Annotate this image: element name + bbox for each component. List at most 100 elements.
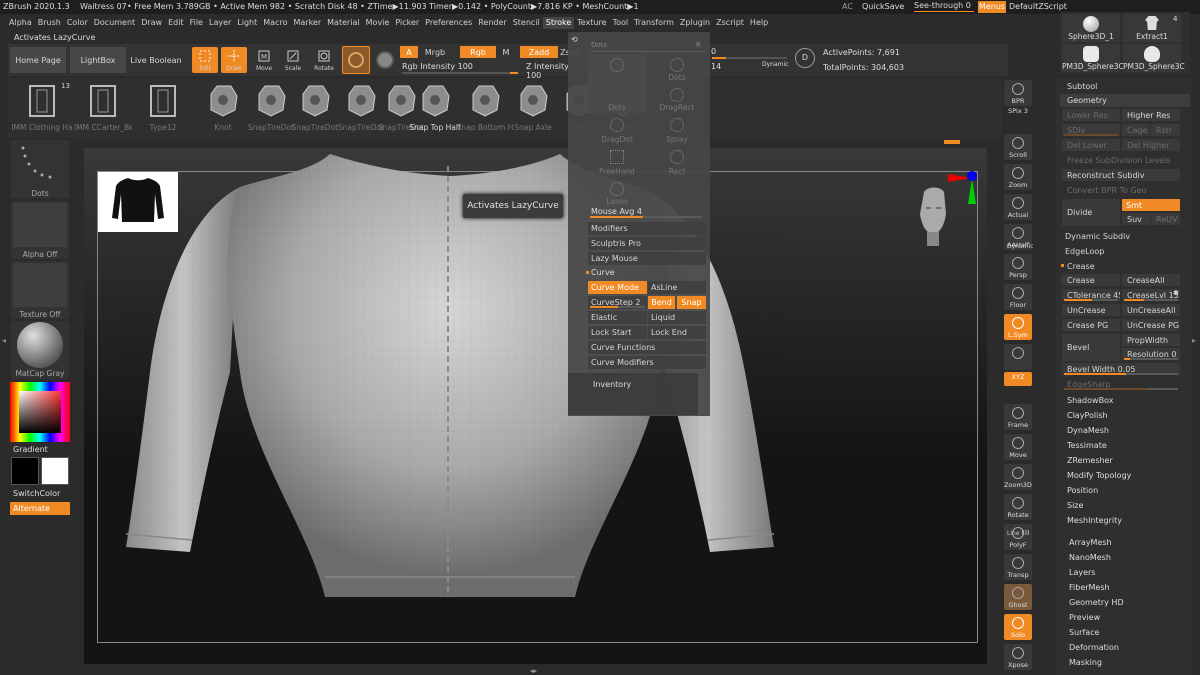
zoom-button[interactable]: Zoom bbox=[1004, 164, 1032, 190]
focal-value[interactable]: 14 bbox=[711, 62, 721, 71]
lsym-button[interactable]: L.Sym bbox=[1004, 314, 1032, 340]
switchcolor-button[interactable]: SwitchColor bbox=[13, 489, 60, 498]
color-swirl-icon[interactable] bbox=[376, 51, 394, 69]
tool-thumb-sphere[interactable]: Sphere3D_1 bbox=[1062, 14, 1120, 42]
menu-help[interactable]: Help bbox=[747, 17, 771, 29]
creaseall-button[interactable]: CreaseAll bbox=[1122, 274, 1180, 286]
curve-functions-item[interactable]: Curve Functions bbox=[588, 341, 706, 354]
menus-toggle[interactable]: Menus bbox=[978, 1, 1006, 13]
ghost-button[interactable]: Ghost bbox=[1004, 584, 1032, 610]
menu-render[interactable]: Render bbox=[475, 17, 509, 29]
stroke-item-lazy-mouse[interactable]: Lazy Mouse bbox=[588, 252, 706, 265]
lock-button[interactable] bbox=[1004, 344, 1032, 370]
spray-stroke-option[interactable]: Spray bbox=[648, 115, 706, 145]
a-toggle[interactable]: A bbox=[400, 46, 418, 58]
geometry-item-meshintegrity[interactable]: MeshIntegrity bbox=[1062, 514, 1180, 527]
tool-section-geometry-hd[interactable]: Geometry HD bbox=[1064, 596, 1180, 609]
dots-stroke-option-small[interactable]: Dots bbox=[648, 55, 706, 83]
see-through-slider[interactable]: See-through 0 bbox=[914, 1, 974, 12]
menu-draw[interactable]: Draw bbox=[138, 17, 165, 29]
actual-button[interactable]: Actual bbox=[1004, 194, 1032, 220]
menu-file[interactable]: File bbox=[187, 17, 206, 29]
mouse-avg-slider[interactable]: Mouse Avg 4 bbox=[591, 207, 642, 216]
lock-end-button[interactable]: Lock End bbox=[648, 326, 706, 339]
convert-bpr-button[interactable]: Convert BPR To Geo bbox=[1062, 184, 1180, 196]
reuv-button[interactable]: ReUV bbox=[1151, 213, 1180, 225]
tool-thumb-extract[interactable]: Extract1 4 bbox=[1123, 14, 1181, 42]
curve-modifiers-item[interactable]: Curve Modifiers bbox=[588, 356, 706, 369]
ac-label[interactable]: AC bbox=[842, 2, 853, 11]
geometry-header[interactable]: Geometry bbox=[1067, 96, 1107, 105]
tool-section-deformation[interactable]: Deformation bbox=[1064, 641, 1180, 654]
brush-shelf-item[interactable]: IMM Clothing Ha bbox=[11, 80, 73, 138]
color-picker[interactable] bbox=[10, 382, 70, 442]
geometry-item-claypolish[interactable]: ClayPolish bbox=[1062, 409, 1180, 422]
material-swatch[interactable] bbox=[342, 46, 370, 74]
alpha-thumb[interactable]: Alpha Off bbox=[11, 201, 69, 259]
menu-picker[interactable]: Picker bbox=[392, 17, 422, 29]
m-toggle[interactable]: M bbox=[498, 46, 514, 58]
menu-marker[interactable]: Marker bbox=[290, 17, 324, 29]
dynamic-subdiv-item[interactable]: Dynamic Subdiv bbox=[1060, 230, 1190, 242]
menu-document[interactable]: Document bbox=[91, 17, 138, 29]
uncreaseall-button[interactable]: UnCreaseAll bbox=[1122, 304, 1180, 316]
edit-button[interactable]: Edit bbox=[192, 47, 218, 73]
tool-section-surface[interactable]: Surface bbox=[1064, 626, 1180, 639]
menu-texture[interactable]: Texture bbox=[574, 17, 609, 29]
liquid-button[interactable]: Liquid bbox=[648, 311, 706, 324]
tool-section-masking[interactable]: Masking bbox=[1064, 656, 1180, 669]
geometry-item-size[interactable]: Size bbox=[1062, 499, 1180, 512]
draw-size-value[interactable]: 0 bbox=[711, 47, 716, 56]
gradient-label[interactable]: Gradient bbox=[13, 445, 48, 454]
divide-button[interactable]: Divide bbox=[1062, 199, 1120, 226]
menu-edit[interactable]: Edit bbox=[165, 17, 187, 29]
color-square[interactable] bbox=[19, 391, 61, 433]
curve-header[interactable]: Curve bbox=[591, 268, 615, 277]
move-button[interactable]: M Move bbox=[252, 47, 276, 73]
xpose-button[interactable]: Xpose bbox=[1004, 644, 1032, 670]
menu-zplugin[interactable]: Zplugin bbox=[677, 17, 713, 29]
inventory-item[interactable]: Inventory bbox=[593, 380, 631, 389]
brush-shelf-item[interactable]: Snap Top Half bbox=[409, 80, 461, 138]
alternate-button[interactable]: Alternate bbox=[10, 502, 70, 515]
frame-button[interactable]: Frame bbox=[1004, 404, 1032, 430]
brush-shelf-item[interactable]: Type12 bbox=[140, 80, 186, 138]
menu-transform[interactable]: Transform bbox=[631, 17, 677, 29]
solo-button[interactable]: Solo bbox=[1004, 614, 1032, 640]
propwidth-toggle[interactable]: PropWidth bbox=[1122, 334, 1180, 346]
rect-stroke-option[interactable]: Rect bbox=[648, 147, 706, 177]
elastic-button[interactable]: Elastic bbox=[588, 311, 647, 324]
lock-start-button[interactable]: Lock Start bbox=[588, 326, 647, 339]
dots-stroke-option[interactable]: Dots bbox=[588, 55, 646, 113]
shelf-scroll-handle[interactable] bbox=[944, 140, 960, 144]
lower-res-button[interactable]: Lower Res bbox=[1062, 109, 1120, 121]
zoom3d-button[interactable]: Zoom3D bbox=[1004, 464, 1032, 490]
left-collapse-arrow[interactable]: ◂ bbox=[2, 336, 6, 345]
geometry-item-zremesher[interactable]: ZRemesher bbox=[1062, 454, 1180, 467]
default-zscript[interactable]: DefaultZScript bbox=[1009, 2, 1067, 11]
crease-header[interactable]: Crease bbox=[1062, 260, 1190, 272]
axis-gizmo[interactable] bbox=[940, 168, 980, 210]
primary-color-swatch[interactable] bbox=[11, 457, 39, 485]
tool-section-layers[interactable]: Layers bbox=[1064, 566, 1180, 579]
menu-tool[interactable]: Tool bbox=[610, 17, 632, 29]
dragrect-stroke-option[interactable]: DragRect bbox=[648, 85, 706, 113]
menu-stroke[interactable]: Stroke bbox=[542, 17, 575, 29]
tool-thumb-pm3d-b[interactable]: PM3D_Sphere3C bbox=[1123, 44, 1185, 72]
menu-stencil[interactable]: Stencil bbox=[510, 17, 543, 29]
quicksave-button[interactable]: QuickSave bbox=[862, 2, 904, 11]
uncrease-pg-button[interactable]: UnCrease PG bbox=[1122, 319, 1180, 331]
dynamic-d-icon[interactable]: D bbox=[795, 48, 815, 68]
geometry-item-shadowbox[interactable]: ShadowBox bbox=[1062, 394, 1180, 407]
asline-button[interactable]: AsLine bbox=[648, 281, 706, 294]
matcap-thumb[interactable]: MatCap Gray bbox=[11, 321, 69, 379]
persp-button[interactable]: Persp bbox=[1004, 254, 1032, 280]
brush-shelf-item[interactable]: Snap Bottom H bbox=[457, 80, 513, 138]
cage-button[interactable]: Cage bbox=[1122, 124, 1150, 136]
edgeloop-item[interactable]: EdgeLoop bbox=[1060, 245, 1190, 257]
menu-brush[interactable]: Brush bbox=[35, 17, 64, 29]
higher-res-button[interactable]: Higher Res bbox=[1122, 109, 1180, 121]
reconstruct-subdiv-button[interactable]: Reconstruct Subdiv bbox=[1062, 169, 1180, 181]
menu-light[interactable]: Light bbox=[234, 17, 260, 29]
move-button[interactable]: Move bbox=[1004, 434, 1032, 460]
